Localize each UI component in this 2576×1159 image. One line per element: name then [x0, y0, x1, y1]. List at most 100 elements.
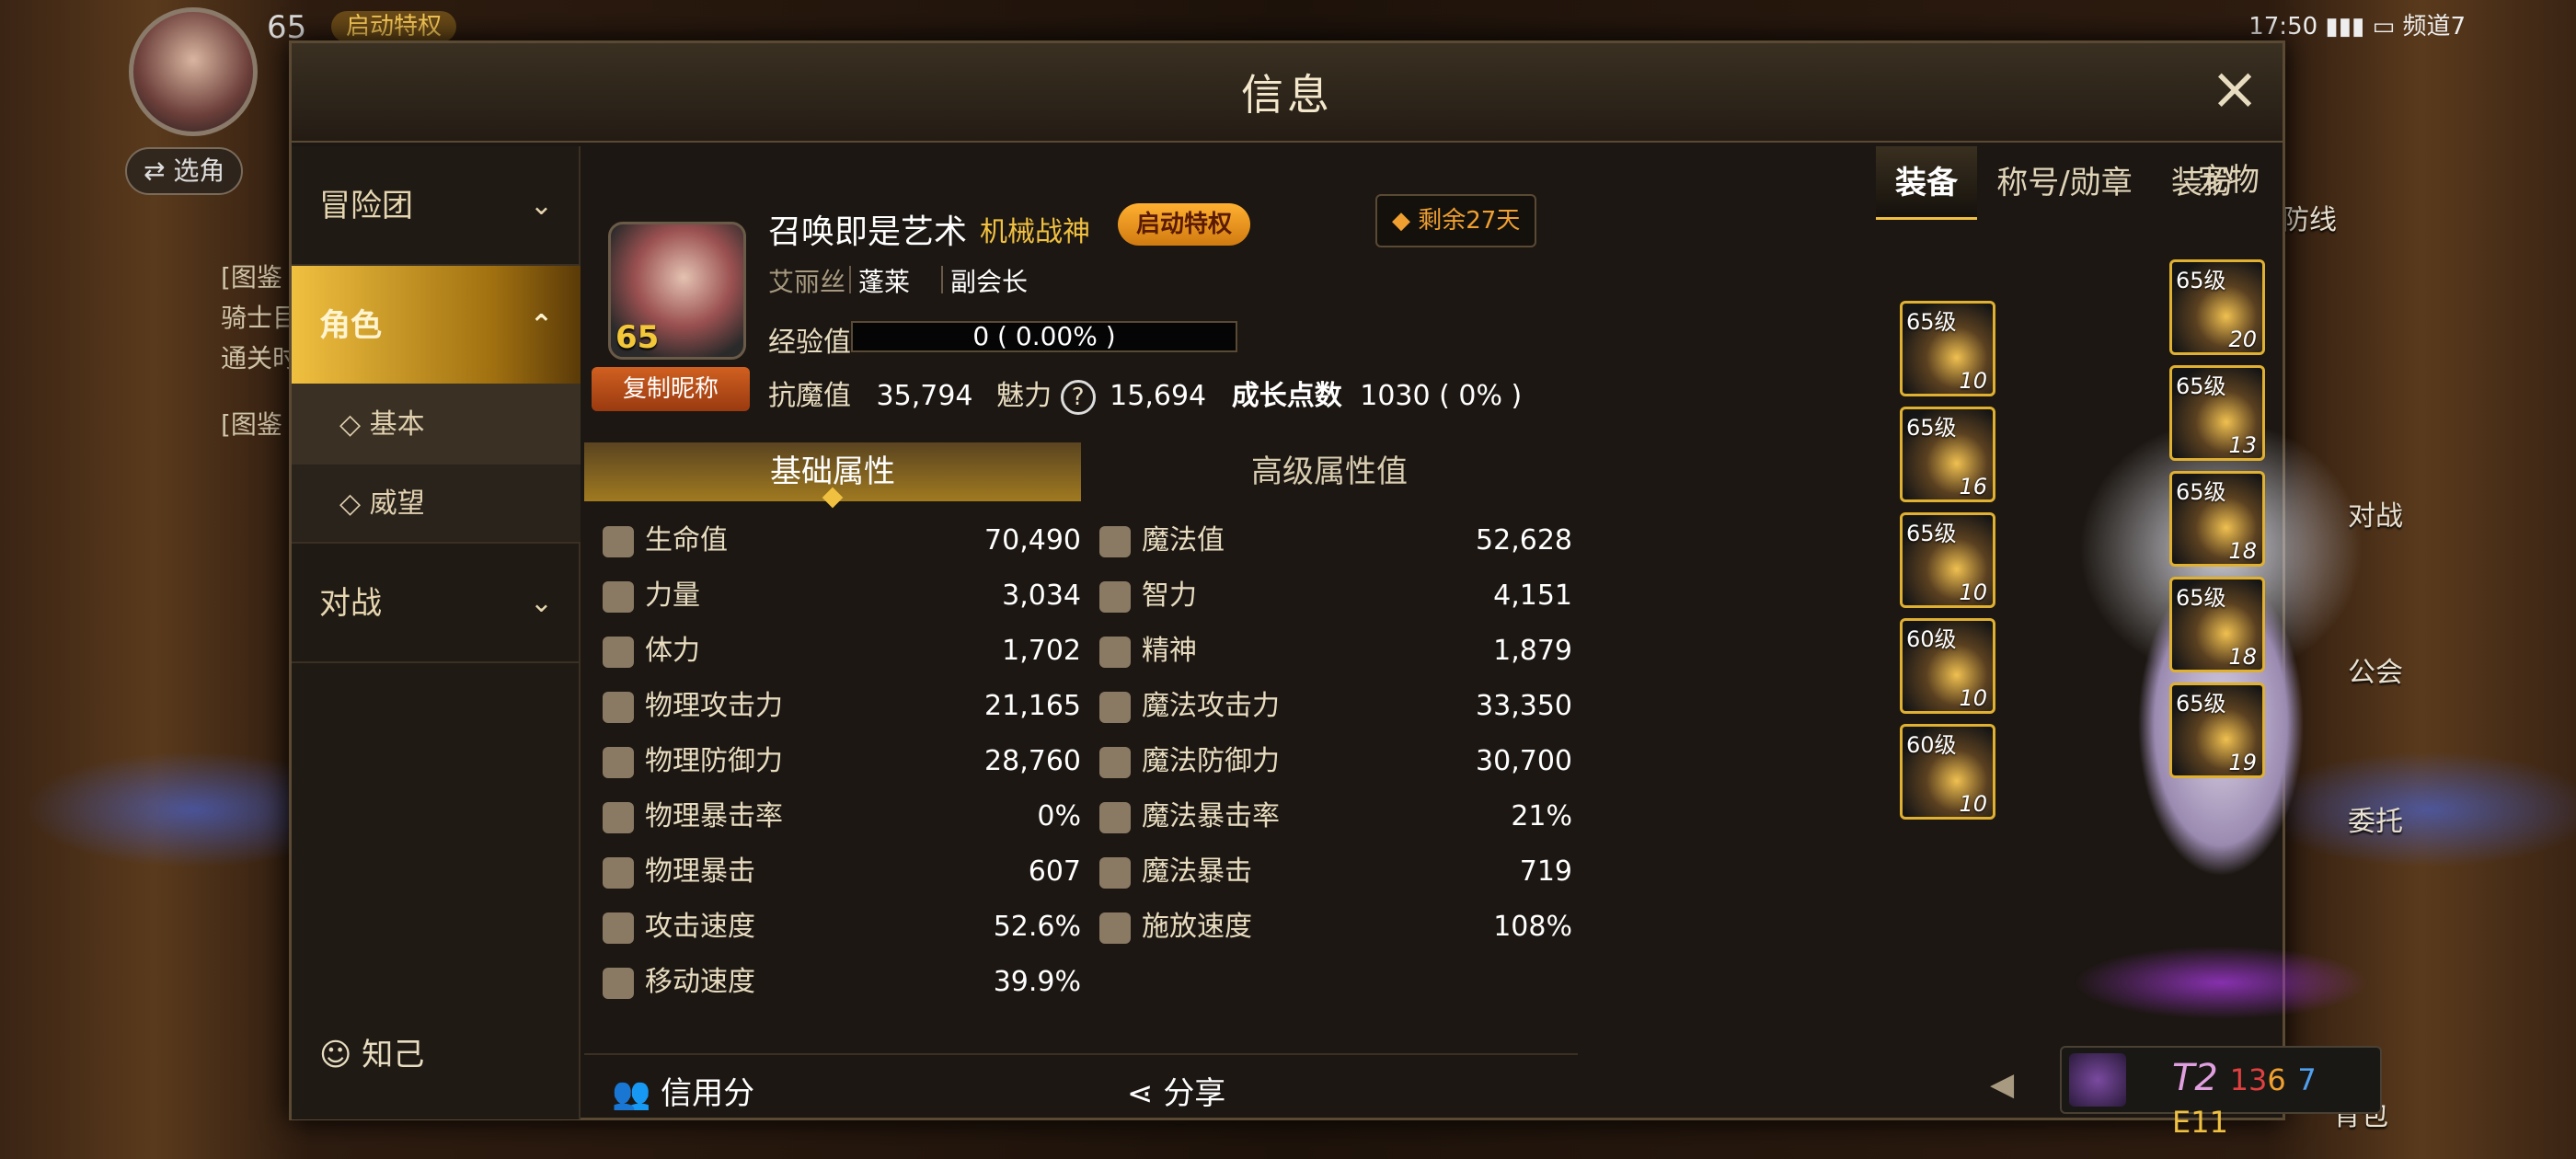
stat-label: 体力 — [645, 635, 700, 667]
slot-level: 65级 — [2176, 268, 2226, 293]
stat-value: 33,350 — [1476, 690, 1572, 722]
cast-speed-icon — [1099, 912, 1131, 944]
stat-value: 1,702 — [1002, 635, 1081, 667]
heart-icon — [603, 525, 634, 557]
slot-enhance: 10 — [1959, 368, 1987, 394]
rank-summary[interactable]: T2 136 7 E11 — [2060, 1046, 2382, 1140]
equip-slot[interactable]: 65级 10 — [1900, 301, 1995, 396]
rank-values: T2 136 7 E11 — [2172, 1057, 2380, 1142]
equip-slot[interactable]: 65级 20 — [2169, 259, 2265, 355]
attributes-line: 抗魔值 35,794 魅力 ? 15,694 成长点数 1030 ( 0% ) — [768, 373, 1522, 415]
nav-sub-basic[interactable]: ◇ 基本 — [292, 385, 581, 465]
stat-row: 物理防御力 28,760 魔法防御力 30,700 — [584, 735, 1578, 788]
slot-enhance: 20 — [2228, 327, 2257, 352]
prev-arrow-icon[interactable]: ◀ — [1990, 1066, 2014, 1103]
stat-value: 52,628 — [1476, 524, 1572, 557]
stat-value: 108% — [1493, 911, 1572, 943]
tab-advanced-stats[interactable]: 高级属性值 — [1081, 442, 1578, 501]
bg-text: 通关时 — [221, 343, 299, 373]
character-job: 机械战神 — [980, 216, 1090, 248]
slot-level: 65级 — [1906, 415, 1957, 441]
close-icon[interactable]: × — [2207, 60, 2262, 119]
equip-slot[interactable]: 60级 10 — [1900, 724, 1995, 820]
boot-icon — [603, 967, 634, 999]
stat-label: 物理攻击力 — [645, 690, 783, 722]
stat-value: 0% — [1037, 800, 1081, 832]
crosshair-icon — [603, 801, 634, 833]
player-avatar[interactable] — [129, 7, 258, 136]
nav-sub-label: 威望 — [369, 488, 425, 520]
chevron-down-icon: ⌄ — [529, 587, 553, 619]
stat-label: 力量 — [645, 580, 700, 612]
charm-value: 15,694 — [1110, 380, 1207, 412]
equip-slot[interactable]: 65级 19 — [2169, 683, 2265, 778]
confidant-icon: ☺ — [319, 1037, 352, 1073]
select-role-button[interactable]: ⇄ 选角 — [125, 147, 244, 195]
equip-slot[interactable]: 60级 10 — [1900, 618, 1995, 714]
equip-slot[interactable]: 65级 16 — [1900, 407, 1995, 502]
nav-label: 冒险团 — [319, 188, 413, 224]
privilege-badge[interactable]: 启动特权 — [331, 11, 457, 42]
target-icon — [1099, 856, 1131, 889]
defense-line-text: 防线 — [2282, 204, 2337, 236]
rank-a: 13 — [2229, 1062, 2268, 1097]
equip-slot[interactable]: 65级 18 — [2169, 471, 2265, 567]
slot-level: 65级 — [2176, 479, 2226, 505]
stat-label: 智力 — [1142, 580, 1197, 612]
copy-nickname-button[interactable]: 复制昵称 — [592, 367, 750, 411]
target-icon — [1099, 801, 1131, 833]
equip-slot[interactable]: 65级 18 — [2169, 577, 2265, 672]
share-button[interactable]: ⋖ 分享 — [1127, 1068, 1225, 1113]
growth-label: 成长点数 — [1231, 380, 1342, 412]
stat-value: 70,490 — [984, 524, 1081, 557]
nav-battle[interactable]: 对战 ⌄ — [292, 544, 581, 663]
stat-label: 生命值 — [645, 524, 728, 557]
stat-label: 物理暴击 — [645, 855, 755, 888]
attack-speed-icon — [603, 912, 634, 944]
equip-slot[interactable]: 65级 10 — [1900, 512, 1995, 608]
stat-row: 体力 1,702 精神 1,879 — [584, 625, 1578, 678]
rank-e: E11 — [2172, 1105, 2228, 1140]
stat-value: 3,034 — [1002, 580, 1081, 612]
stat-label: 物理防御力 — [645, 745, 783, 777]
status-bar: 17:50 ▮▮▮ ▭ 频道7 — [2248, 13, 2466, 40]
sword-icon — [603, 691, 634, 723]
stat-label: 移动速度 — [645, 966, 755, 998]
credit-score-button[interactable]: 👥 信用分 — [612, 1068, 754, 1113]
chevron-up-icon: ⌃ — [529, 309, 553, 341]
rank-b: 6 — [2267, 1062, 2286, 1097]
slot-level: 65级 — [1906, 309, 1957, 335]
confidant-button[interactable]: ☺ 知己 — [319, 1029, 424, 1074]
share-label: 分享 — [1163, 1075, 1226, 1112]
confidant-label: 知己 — [362, 1037, 425, 1073]
heart-outline-icon — [1099, 525, 1131, 557]
slot-enhance: 10 — [1959, 685, 1987, 711]
nav-sub-prestige[interactable]: ◇ 威望 — [292, 465, 581, 544]
spirit-icon — [1099, 636, 1131, 668]
slot-enhance: 10 — [1959, 791, 1987, 817]
help-icon[interactable]: ? — [1060, 379, 1096, 415]
stat-row: 生命值 70,490 魔法值 52,628 — [584, 514, 1578, 568]
privilege-button[interactable]: 启动特权 — [1118, 203, 1251, 246]
stat-label: 魔法暴击率 — [1142, 800, 1280, 832]
remaining-days: 剩余27天 — [1418, 207, 1521, 235]
stat-row: 物理暴击率 0% 魔法暴击率 21% — [584, 790, 1578, 843]
stat-row: 力量 3,034 智力 4,151 — [584, 569, 1578, 623]
equip-slot[interactable]: 65级 13 — [2169, 365, 2265, 461]
guild-name[interactable]: 蓬莱 — [858, 262, 910, 299]
stat-label: 施放速度 — [1142, 911, 1252, 943]
anti-magic-label: 抗魔值 — [768, 380, 851, 412]
bottom-actions: 👥 信用分 ⋖ 分享 — [584, 1053, 1578, 1119]
window-title: 信息 — [1241, 70, 1333, 120]
shield-icon — [603, 746, 634, 778]
nav-character[interactable]: 角色 ⌃ — [292, 266, 581, 385]
character-name: 召唤即是艺术 — [768, 213, 968, 251]
slot-enhance: 10 — [1959, 580, 1987, 605]
nav-adventure-team[interactable]: 冒险团 ⌄ — [292, 146, 581, 266]
tier: T2 — [2172, 1057, 2218, 1099]
tab-pet[interactable]: 宠物 — [2173, 143, 2283, 217]
stat-row: 攻击速度 52.6% 施放速度 108% — [584, 901, 1578, 954]
people-icon: 👥 — [612, 1075, 651, 1112]
stat-value: 52.6% — [993, 911, 1081, 943]
bg-text: [图鉴 — [221, 409, 282, 440]
